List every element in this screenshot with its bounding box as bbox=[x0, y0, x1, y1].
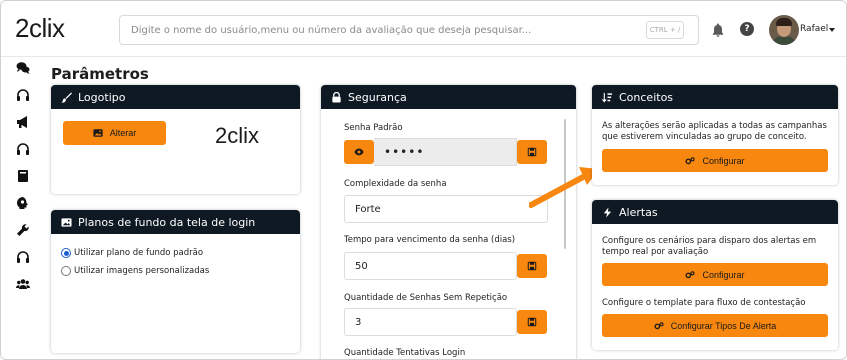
save-icon bbox=[527, 147, 537, 157]
brush-icon bbox=[61, 91, 72, 103]
bell-icon[interactable] bbox=[712, 22, 724, 37]
radio-default-background[interactable]: Utilizar plano de fundo padrão bbox=[61, 248, 203, 258]
seguranca-header: Segurança bbox=[321, 85, 576, 109]
username[interactable]: Rafael bbox=[800, 24, 828, 34]
logotipo-title: Logotipo bbox=[78, 90, 126, 104]
save-senha-button[interactable] bbox=[517, 140, 547, 164]
brain-icon[interactable] bbox=[16, 196, 30, 210]
logotipo-header: Logotipo bbox=[51, 85, 300, 109]
top-bar: 2clix CTRL + / ? Rafael bbox=[1, 1, 846, 57]
eye-icon bbox=[354, 148, 364, 156]
search-input[interactable] bbox=[119, 15, 699, 45]
senha-field[interactable]: ••••• bbox=[374, 138, 517, 166]
cogs-icon bbox=[685, 156, 696, 164]
radio-button[interactable] bbox=[61, 266, 71, 276]
page-title: Parâmetros bbox=[51, 65, 149, 83]
planos-card: Planos de fundo da tela de login Utiliza… bbox=[51, 210, 300, 353]
chevron-down-icon[interactable] bbox=[829, 28, 835, 32]
sort-icon bbox=[602, 92, 613, 103]
image-icon bbox=[61, 217, 72, 227]
logo-preview: 2clix bbox=[215, 123, 260, 148]
configure-alert-types-button[interactable]: Configurar Tipos De Alerta bbox=[602, 314, 828, 337]
sidebar bbox=[1, 57, 43, 359]
planos-header: Planos de fundo da tela de login bbox=[51, 210, 300, 234]
logotipo-card: Logotipo Alterar 2clix bbox=[51, 85, 300, 194]
complexidade-select[interactable]: Forte bbox=[344, 195, 548, 223]
conceitos-title: Conceitos bbox=[619, 90, 674, 104]
headset-icon[interactable] bbox=[16, 88, 30, 102]
radio-button[interactable] bbox=[61, 248, 71, 258]
alertas-card: Alertas Configure os cenários para dispa… bbox=[592, 200, 838, 350]
megaphone-icon[interactable] bbox=[16, 115, 30, 129]
radio-custom-images[interactable]: Utilizar imagens personalizadas bbox=[61, 266, 209, 276]
alertas-title: Alertas bbox=[619, 205, 658, 219]
conceitos-card: Conceitos As alterações serão aplicadas … bbox=[592, 85, 838, 185]
alertas-header: Alertas bbox=[592, 200, 838, 224]
tempo-label: Tempo para vencimento da senha (dias) bbox=[344, 235, 516, 245]
arrow-annotation bbox=[529, 167, 599, 208]
seguranca-title: Segurança bbox=[348, 90, 407, 104]
headset-icon[interactable] bbox=[16, 142, 30, 156]
avatar[interactable] bbox=[769, 15, 799, 45]
alertas-description: Configure os cenários para disparo dos a… bbox=[602, 236, 817, 257]
quantidade-label: Quantidade de Senhas Sem Repetição bbox=[344, 293, 508, 303]
conceitos-description: As alterações serão aplicadas a todas as… bbox=[602, 121, 827, 142]
users-icon[interactable] bbox=[16, 277, 30, 291]
alertas-template-text: Configure o template para fluxo de conte… bbox=[602, 298, 806, 308]
quantidade-field[interactable]: 3 bbox=[344, 308, 517, 336]
complexidade-label: Complexidade da senha bbox=[344, 179, 447, 189]
chat-icon[interactable] bbox=[16, 61, 30, 75]
help-icon[interactable]: ? bbox=[740, 22, 754, 36]
image-icon bbox=[93, 129, 103, 137]
save-icon bbox=[527, 317, 537, 327]
eye-icon-button[interactable] bbox=[344, 140, 374, 164]
bolt-icon bbox=[603, 206, 612, 218]
conceitos-configure-button[interactable]: Configurar bbox=[602, 149, 828, 172]
cogs-icon bbox=[654, 321, 664, 329]
alter-logo-button[interactable]: Alterar bbox=[63, 121, 166, 145]
app-window: 2clix CTRL + / ? Rafael bbox=[0, 0, 847, 360]
conceitos-header: Conceitos bbox=[592, 85, 838, 109]
save-icon bbox=[527, 261, 537, 271]
app-logo[interactable]: 2clix bbox=[15, 13, 65, 44]
cogs-icon bbox=[685, 270, 696, 278]
book-icon[interactable] bbox=[16, 169, 30, 183]
save-tempo-button[interactable] bbox=[517, 254, 547, 278]
shortcut-hint: CTRL + / bbox=[646, 21, 684, 39]
wrench-icon[interactable] bbox=[16, 223, 30, 237]
tempo-field[interactable]: 50 bbox=[344, 252, 517, 280]
save-quantidade-button[interactable] bbox=[517, 310, 547, 334]
senha-label: Senha Padrão bbox=[344, 123, 403, 133]
tentativas-label: Quantidade Tentativas Login bbox=[344, 348, 466, 358]
lock-icon bbox=[332, 91, 341, 103]
alertas-configure-button[interactable]: Configurar bbox=[602, 263, 828, 286]
headset-icon[interactable] bbox=[16, 250, 30, 264]
planos-title: Planos de fundo da tela de login bbox=[78, 215, 256, 229]
